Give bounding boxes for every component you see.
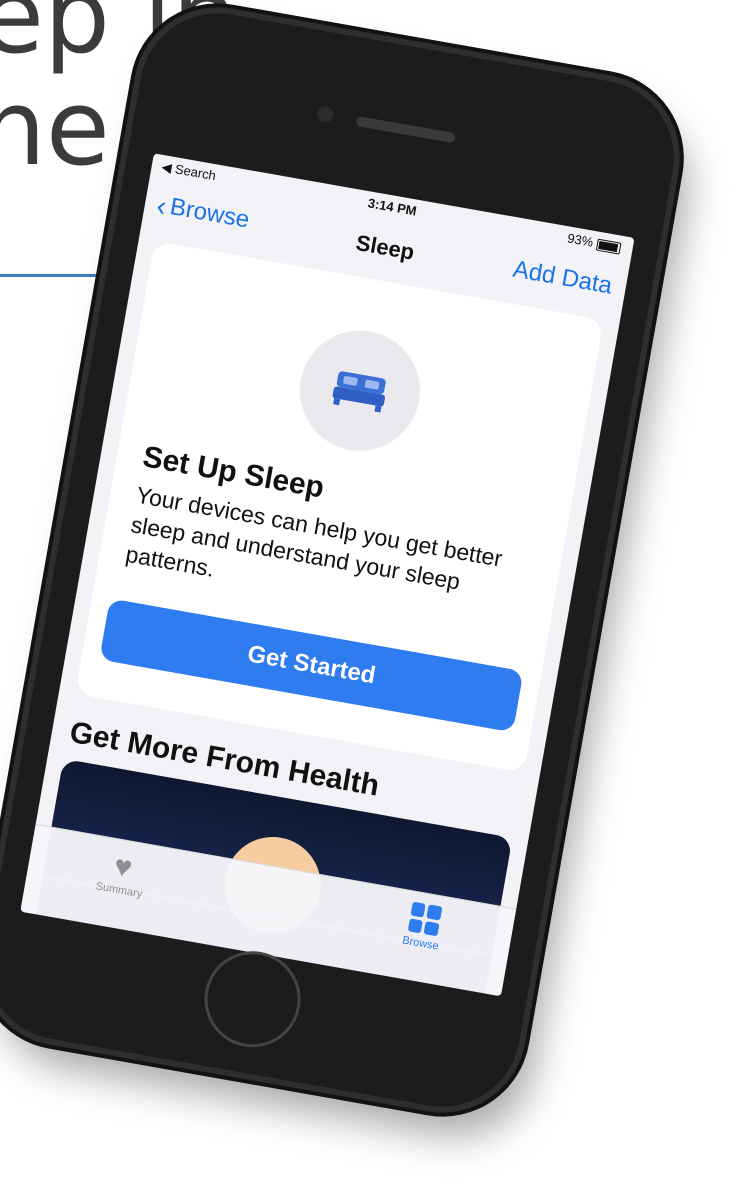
- back-button[interactable]: ‹Browse: [154, 189, 252, 235]
- add-data-button[interactable]: Add Data: [511, 256, 614, 301]
- phone-screen: ◀ Search 3:14 PM 93% ‹Browse Sleep Add D…: [20, 153, 635, 997]
- front-camera: [316, 105, 335, 124]
- battery-percent: 93%: [566, 230, 595, 250]
- tab-browse[interactable]: Browse: [401, 901, 445, 953]
- tab-browse-label: Browse: [401, 934, 440, 953]
- battery-icon: [595, 238, 622, 255]
- setup-sleep-card: Set Up Sleep Your devices can help you g…: [74, 240, 604, 773]
- back-button-label: Browse: [167, 193, 252, 234]
- earpiece: [355, 116, 456, 144]
- page-title: Sleep: [354, 229, 417, 265]
- bed-icon-badge: [290, 321, 430, 461]
- chevron-left-icon: ‹: [154, 189, 169, 222]
- grid-icon: [407, 901, 443, 937]
- status-time: 3:14 PM: [366, 195, 418, 219]
- bed-icon: [332, 371, 386, 413]
- home-button[interactable]: [196, 943, 309, 1055]
- tab-summary[interactable]: ♥ Summary: [95, 847, 149, 900]
